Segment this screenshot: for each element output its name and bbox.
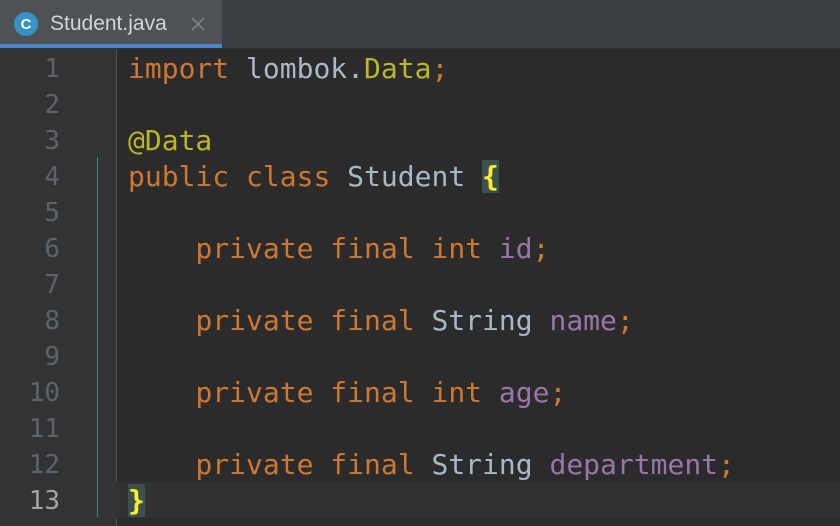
type-string: String (414, 304, 550, 337)
field-age: age (498, 376, 550, 409)
line-number-gutter[interactable]: 1 2 3 4 5 6 7 8 9 10 11 12 13 (0, 49, 117, 526)
line-number: 10 (28, 378, 60, 408)
type-string: String (414, 448, 550, 481)
field-department: department (549, 448, 719, 481)
line-number: 7 (44, 270, 60, 300)
line-number: 9 (44, 342, 60, 372)
semicolon: ; (616, 304, 634, 337)
code-line-12[interactable]: private final String department; (128, 447, 840, 483)
line-number: 1 (44, 54, 60, 84)
semicolon: ; (549, 376, 567, 409)
code-line-4[interactable]: public class Student { (128, 159, 840, 195)
tab-title: Student.java (50, 12, 167, 35)
line-number: 8 (44, 306, 60, 336)
line-number: 3 (44, 126, 60, 156)
line-number: 4 (44, 162, 60, 192)
imported-class: Data (364, 52, 432, 85)
line-number: 12 (28, 450, 60, 480)
open-brace-matched: { (482, 160, 499, 193)
data-annotation: @Data (128, 124, 213, 157)
code-line-13[interactable]: } (128, 483, 840, 519)
code-line-3[interactable]: @Data (128, 123, 840, 159)
semicolon: ; (532, 232, 550, 265)
code-area[interactable]: import lombok.Data; @Data public class S… (128, 51, 840, 519)
class-name: Student (330, 160, 483, 193)
type-int: int (414, 376, 499, 409)
class-keyword: class (229, 160, 331, 193)
private-keyword: private (195, 376, 314, 409)
field-id: id (498, 232, 533, 265)
java-class-icon: C (14, 12, 38, 36)
semicolon: ; (718, 448, 735, 481)
private-keyword: private (195, 448, 314, 481)
line-number: 11 (28, 414, 60, 444)
code-line-6[interactable]: private final int id; (128, 231, 840, 267)
code-line-10[interactable]: private final int age; (128, 375, 840, 411)
current-line-number: 13 (28, 486, 60, 516)
type-int: int (414, 232, 499, 265)
final-keyword: final (313, 448, 415, 481)
close-brace-matched: } (128, 484, 145, 517)
line-number: 5 (44, 198, 60, 228)
package-name: lombok. (229, 52, 365, 85)
semicolon: ; (431, 52, 449, 85)
code-line-1[interactable]: import lombok.Data; (128, 51, 840, 87)
public-keyword: public (128, 160, 230, 193)
code-editor[interactable]: 1 2 3 4 5 6 7 8 9 10 11 12 13 import lom… (0, 49, 840, 526)
line-number: 6 (44, 234, 60, 264)
private-keyword: private (195, 304, 314, 337)
final-keyword: final (313, 304, 415, 337)
editor-tab-bar: C Student.java (0, 0, 840, 49)
private-keyword: private (195, 232, 314, 265)
line-numbers: 1 2 3 4 5 6 7 8 9 10 11 12 13 (0, 51, 60, 519)
code-line-9[interactable] (128, 339, 840, 375)
code-line-5[interactable] (128, 195, 840, 231)
ide-window: C Student.java 1 2 3 4 5 6 7 8 9 10 11 1… (0, 0, 840, 526)
code-line-2[interactable] (128, 87, 840, 123)
line-number: 2 (44, 90, 60, 120)
fold-guide-line (97, 157, 98, 517)
tab-student-java[interactable]: C Student.java (0, 0, 222, 48)
code-line-11[interactable] (128, 411, 840, 447)
import-keyword: import (128, 52, 230, 85)
code-line-7[interactable] (128, 267, 840, 303)
field-name: name (549, 304, 617, 337)
close-icon[interactable] (188, 14, 208, 34)
final-keyword: final (313, 376, 415, 409)
code-line-8[interactable]: private final String name; (128, 303, 840, 339)
final-keyword: final (313, 232, 415, 265)
